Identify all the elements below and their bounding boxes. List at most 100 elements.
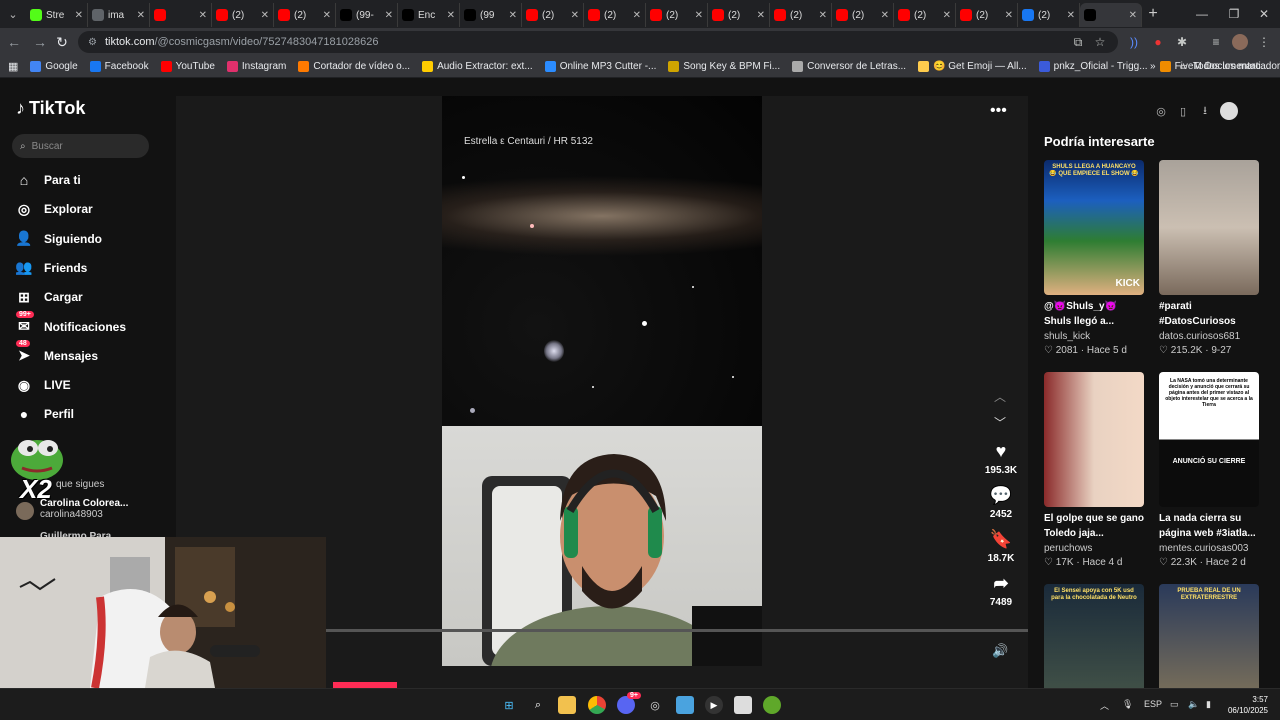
battery-icon[interactable]: ▮ bbox=[1206, 699, 1211, 710]
sidebar-item-mensajes[interactable]: ➤ Mensajes 48 bbox=[16, 339, 98, 368]
more-options-icon[interactable]: ••• bbox=[990, 102, 1007, 120]
browser-tab[interactable]: (2) ✕ bbox=[522, 3, 584, 27]
browser-tab[interactable]: Enc ✕ bbox=[398, 3, 460, 27]
video-thumbnail[interactable]: SHULS LLEGA A HUANCAYO 😂 QUE EMPIECE EL … bbox=[1044, 160, 1144, 295]
close-tab-icon[interactable]: ✕ bbox=[75, 10, 83, 21]
bookmark-item[interactable]: Cortador de vídeo o... bbox=[292, 61, 416, 72]
close-tab-icon[interactable]: ✕ bbox=[199, 10, 207, 21]
suggested-video-card[interactable]: La NASA tomó una determinante decisión y… bbox=[1159, 372, 1259, 568]
tab-search-icon[interactable]: ⌄ bbox=[0, 0, 26, 28]
card-author[interactable]: mentes.curiosas003 bbox=[1159, 543, 1259, 554]
previous-video-icon[interactable]: ︿ bbox=[994, 388, 1006, 405]
close-tab-icon[interactable]: ✕ bbox=[261, 10, 269, 21]
address-bar[interactable]: ⚙ tiktok.com /@cosmicgasm/video/75274830… bbox=[78, 31, 1118, 53]
menu-dots-icon[interactable]: ⋮ bbox=[1256, 34, 1272, 50]
video-thumbnail[interactable] bbox=[1159, 160, 1259, 295]
bookmark-item[interactable]: Instagram bbox=[221, 61, 292, 72]
site-info-icon[interactable]: ⚙ bbox=[88, 37, 97, 48]
speaker-icon[interactable]: 🔈 bbox=[1188, 699, 1199, 710]
install-app-icon[interactable]: ⧉ bbox=[1070, 34, 1086, 50]
share-button[interactable]: ➦ 7489 bbox=[976, 573, 1026, 608]
card-author[interactable]: peruchows bbox=[1044, 543, 1144, 554]
sidebar-item-live[interactable]: ◉ LIVE bbox=[16, 373, 71, 397]
extension-record-icon[interactable]: ● bbox=[1150, 34, 1166, 50]
close-tab-icon[interactable]: ✕ bbox=[819, 10, 827, 21]
device-icon[interactable]: ▯ bbox=[1176, 104, 1190, 118]
bookmark-item[interactable]: Conversor de Letras... bbox=[786, 61, 912, 72]
close-tab-icon[interactable]: ✕ bbox=[943, 10, 951, 21]
browser-tab[interactable]: (2) ✕ bbox=[770, 3, 832, 27]
bookmark-item[interactable]: YouTube bbox=[155, 61, 221, 72]
suggested-video-card[interactable]: SHULS LLEGA A HUANCAYO 😂 QUE EMPIECE EL … bbox=[1044, 160, 1144, 356]
close-tab-icon[interactable]: ✕ bbox=[137, 10, 145, 21]
card-author[interactable]: datos.curiosos681 bbox=[1159, 331, 1259, 342]
media-player-icon[interactable]: ▶ bbox=[705, 696, 723, 714]
bookmark-item[interactable]: pnkz_Oficial - Trigg... bbox=[1033, 61, 1154, 72]
bookmark-item[interactable]: Facebook bbox=[84, 61, 155, 72]
all-bookmarks-folder[interactable]: ▭ Todos los marcadores bbox=[1172, 61, 1280, 72]
close-tab-icon[interactable]: ✕ bbox=[571, 10, 579, 21]
bookmark-item[interactable]: Audio Extractor: ext... bbox=[416, 61, 539, 72]
save-button[interactable]: 🔖 18.7K bbox=[976, 529, 1026, 564]
browser-tab[interactable]: Stre ✕ bbox=[26, 3, 88, 27]
video-thumbnail[interactable]: La NASA tomó una determinante decisión y… bbox=[1159, 372, 1259, 507]
gta-icon[interactable] bbox=[763, 696, 781, 714]
profile-avatar-icon[interactable] bbox=[1232, 34, 1248, 50]
browser-tab[interactable]: (2) ✕ bbox=[646, 3, 708, 27]
close-tab-icon[interactable]: ✕ bbox=[757, 10, 765, 21]
search-input[interactable]: ⌕ Buscar bbox=[12, 134, 149, 158]
microphone-icon[interactable]: 🎙 bbox=[1122, 699, 1133, 710]
sidebar-item-cargar[interactable]: ⊞ Cargar bbox=[16, 285, 83, 309]
media-control-icon[interactable]: ≡ bbox=[1208, 34, 1224, 50]
sidebar-item-explorar[interactable]: ◎ Explorar bbox=[16, 197, 93, 221]
tiktok-logo[interactable]: ♪ TikTok bbox=[16, 98, 85, 119]
browser-tab[interactable]: (2) ✕ bbox=[894, 3, 956, 27]
minimize-icon[interactable]: — bbox=[1186, 0, 1218, 28]
close-tab-icon[interactable]: ✕ bbox=[1067, 10, 1075, 21]
extension-audio-icon[interactable]: )) bbox=[1126, 34, 1142, 50]
extensions-icon[interactable]: ✱ bbox=[1174, 34, 1190, 50]
close-window-icon[interactable]: ✕ bbox=[1248, 0, 1280, 28]
start-icon[interactable]: ⊞ bbox=[500, 696, 518, 714]
download-icon[interactable]: ⭳ bbox=[1198, 104, 1212, 118]
browser-tab[interactable]: ✕ bbox=[1080, 3, 1142, 27]
reload-icon[interactable]: ↻ bbox=[50, 30, 74, 54]
card-author[interactable]: shuls_kick bbox=[1044, 331, 1144, 342]
bookmark-item[interactable]: 😊 Get Emoji — All... bbox=[912, 61, 1033, 72]
language-indicator[interactable]: ESP bbox=[1144, 699, 1162, 709]
capture-app-icon[interactable] bbox=[734, 696, 752, 714]
notepad-icon[interactable] bbox=[676, 696, 694, 714]
search-taskbar-icon[interactable]: ⌕ bbox=[529, 696, 547, 714]
like-button[interactable]: ♥ 195.3K bbox=[976, 441, 1026, 476]
bookmark-star-icon[interactable]: ☆ bbox=[1092, 34, 1108, 50]
browser-tab[interactable]: ✕ bbox=[150, 3, 212, 27]
sidebar-item-friends[interactable]: 👥 Friends bbox=[15, 256, 87, 280]
close-tab-icon[interactable]: ✕ bbox=[385, 10, 393, 21]
close-tab-icon[interactable]: ✕ bbox=[323, 10, 331, 21]
browser-tab[interactable]: (2) ✕ bbox=[584, 3, 646, 27]
video-thumbnail[interactable] bbox=[1044, 372, 1144, 507]
browser-tab[interactable]: (2) ✕ bbox=[832, 3, 894, 27]
apps-grid-icon[interactable]: ▦ bbox=[0, 60, 24, 73]
sidebar-item-para-ti[interactable]: ⌂ Para ti bbox=[16, 168, 81, 192]
browser-tab[interactable]: (2) ✕ bbox=[212, 3, 274, 27]
new-tab-button[interactable]: + bbox=[1142, 5, 1164, 23]
close-tab-icon[interactable]: ✕ bbox=[1005, 10, 1013, 21]
browser-tab[interactable]: (99 ✕ bbox=[460, 3, 522, 27]
browser-tab[interactable]: (2) ✕ bbox=[1018, 3, 1080, 27]
close-tab-icon[interactable]: ✕ bbox=[509, 10, 517, 21]
chrome-icon[interactable] bbox=[588, 696, 606, 714]
app-icon[interactable]: ◎ bbox=[646, 696, 664, 714]
suggested-video-card[interactable]: #parati #DatosCuriosos datos.curiosos681 ♡ … bbox=[1159, 160, 1259, 356]
network-icon[interactable]: ▭ bbox=[1170, 699, 1179, 710]
tray-overflow-icon[interactable]: ︿ bbox=[1100, 699, 1109, 712]
user-avatar[interactable] bbox=[1220, 102, 1238, 120]
more-bookmarks-icon[interactable]: » bbox=[1144, 61, 1162, 72]
browser-tab[interactable]: (99- ✕ bbox=[336, 3, 398, 27]
video-progress-bar[interactable] bbox=[326, 629, 1028, 632]
bookmark-item[interactable]: Google bbox=[24, 61, 83, 72]
coins-icon[interactable]: ◎ bbox=[1154, 104, 1168, 118]
forward-icon[interactable]: → bbox=[28, 30, 52, 54]
sidebar-item-perfil[interactable]: ● Perfil bbox=[16, 402, 74, 426]
browser-tab[interactable]: (2) ✕ bbox=[274, 3, 336, 27]
